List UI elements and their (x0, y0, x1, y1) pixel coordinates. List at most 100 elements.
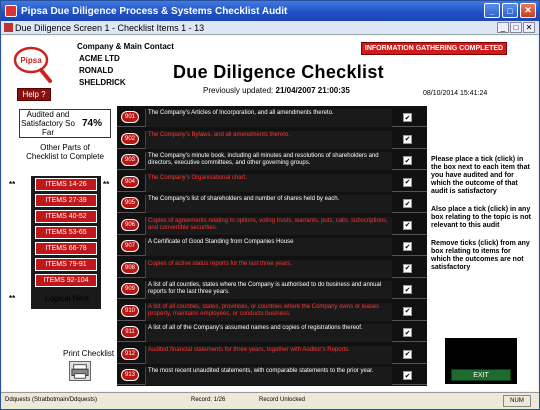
item-number-button[interactable]: 913 (121, 369, 139, 381)
item-number-button[interactable]: 906 (121, 218, 139, 231)
item-number-button[interactable]: 908 (121, 261, 139, 274)
item-text: A list of all counties, states where the… (145, 281, 392, 299)
current-datetime: 08/10/2014 15:41:24 (423, 90, 488, 97)
status-lock: Record Unlocked (259, 397, 306, 403)
sub-minimize-button[interactable]: _ (497, 22, 509, 33)
checklist-row: 903 The Company's minute book, including … (117, 151, 427, 170)
item-text: The Company's Articles of Incorporation,… (145, 109, 392, 127)
item-number-button[interactable]: 901 (121, 111, 139, 123)
part-button-66-78[interactable]: ITEMS 66-78 (35, 242, 97, 255)
part-button-79-91[interactable]: ITEMS 79-91 (35, 258, 97, 271)
maximize-button[interactable]: □ (502, 3, 518, 18)
star-marker: ** (9, 180, 16, 189)
updated-label: Previously updated: (203, 86, 274, 95)
item-text: A list of all counties, states, province… (145, 302, 392, 321)
company-label: Company & Main Contact (77, 42, 174, 51)
previously-updated: Previously updated: 21/04/2007 21:00:35 (203, 86, 350, 95)
checklist-row: 907 A Certificate of Good Standing from C… (117, 237, 427, 256)
window-title: Pipsa Due Diligence Process & Systems Ch… (21, 5, 288, 17)
item-text: The Company's list of shareholders and n… (145, 195, 392, 213)
item-checkbox[interactable]: ✔ (403, 177, 412, 187)
contact-last-name: SHELDRICK (79, 78, 126, 87)
item-checkbox[interactable]: ✔ (403, 113, 412, 122)
audit-summary: Audited and Satisfactory So Far 74% (19, 109, 111, 138)
main-window: Pipsa Due Diligence Process & Systems Ch… (0, 0, 540, 410)
instruction-not-relevant: Also place a tick (click) in any box rel… (431, 206, 531, 229)
subwindow-controls: _ □ ✕ (497, 22, 535, 33)
item-number-button[interactable]: 907 (121, 240, 139, 252)
item-number-button[interactable]: 910 (121, 304, 139, 317)
subwindow-titlebar: Due Diligence Screen 1 - Checklist Items… (1, 21, 539, 35)
part-button-92-104[interactable]: ITEMS 92-104 (35, 274, 97, 287)
part-button-14-26[interactable]: ITEMS 14-26 (35, 178, 97, 191)
print-checklist-label: Print Checklist (63, 349, 115, 358)
status-record: Record: 1/26 (191, 397, 226, 403)
checklist-row: 911 A list of all of the Company's assume… (117, 323, 427, 342)
company-name: ACME LTD (79, 54, 120, 63)
status-banner: INFORMATION GATHERING COMPLETED (361, 42, 507, 55)
window-controls: _ □ ✕ (484, 3, 536, 18)
svg-text:Pipsa: Pipsa (20, 56, 42, 65)
checklist-row: 901 The Company's Articles of Incorporati… (117, 108, 427, 127)
part-button-27-39[interactable]: ITEMS 27-39 (35, 194, 97, 207)
minimize-button[interactable]: _ (484, 3, 500, 18)
item-text: Audited financial statements for three y… (145, 345, 392, 364)
instruction-tick: Please place a tick (click) in the box n… (431, 156, 530, 195)
subwindow-title: Due Diligence Screen 1 - Checklist Items… (15, 22, 205, 33)
item-checkbox[interactable]: ✔ (403, 306, 412, 316)
window-titlebar: Pipsa Due Diligence Process & Systems Ch… (1, 1, 539, 21)
parts-panel: ITEMS 14-26 ITEMS 27-39 ITEMS 40-52 ITEM… (31, 176, 101, 309)
checklist-row: 904 The Company's Organisational chart. ✔ (117, 173, 427, 192)
item-checkbox[interactable]: ✔ (403, 220, 412, 230)
item-text: The Company's minute book, including all… (145, 152, 392, 170)
status-bar: Ddquests (Stratbotmain/Ddquests) Record:… (1, 392, 539, 409)
pipsa-logo: Pipsa (13, 46, 52, 83)
item-text: A Certificate of Good Standing from Comp… (145, 238, 392, 256)
item-number-button[interactable]: 909 (121, 283, 139, 295)
star-marker: ** (103, 180, 110, 189)
item-text: A list of all of the Company's assumed n… (145, 324, 392, 342)
exit-button[interactable]: EXIT (451, 369, 511, 381)
sub-close-button[interactable]: ✕ (523, 22, 535, 33)
item-checkbox[interactable]: ✔ (403, 349, 412, 359)
item-checkbox[interactable]: ✔ (403, 156, 412, 165)
checklist-row: 909 A list of all counties, states where … (117, 280, 427, 299)
checklist-row: 910 A list of all counties, states, provi… (117, 302, 427, 321)
item-text: The most recent unaudited statements, wi… (145, 367, 392, 385)
item-text: The Company's Organisational chart. (145, 173, 392, 192)
item-checkbox[interactable]: ✔ (403, 199, 412, 208)
part-button-53-65[interactable]: ITEMS 53-65 (35, 226, 97, 239)
checklist-form: Pipsa Company & Main Contact ACME LTD RO… (3, 36, 537, 391)
item-checkbox[interactable]: ✔ (403, 242, 412, 251)
checklist-row: 908 Copies of active status reports for t… (117, 259, 427, 278)
item-number-button[interactable]: 902 (121, 132, 139, 145)
star-marker: ** (9, 294, 16, 303)
sub-maximize-button[interactable]: □ (510, 22, 522, 33)
item-number-button[interactable]: 911 (121, 326, 139, 338)
close-button[interactable]: ✕ (520, 3, 536, 18)
item-number-button[interactable]: 912 (121, 347, 139, 360)
item-text: The Company's Bylaws, and all amendments… (145, 130, 392, 149)
item-checkbox[interactable]: ✔ (403, 371, 412, 380)
item-checkbox[interactable]: ✔ (403, 263, 412, 273)
item-number-button[interactable]: 904 (121, 175, 139, 188)
item-checkbox[interactable]: ✔ (403, 285, 412, 294)
item-text: Copies of agreements relating to options… (145, 216, 392, 235)
num-lock-indicator: NUM (503, 395, 531, 407)
contact-first-name: RONALD (79, 66, 114, 75)
status-path: Ddquests (Stratbotmain/Ddquests) (5, 397, 98, 403)
checklist-row: 902 The Company's Bylaws, and all amendme… (117, 130, 427, 149)
checklist-row: 913 The most recent unaudited statements,… (117, 366, 427, 385)
item-checkbox[interactable]: ✔ (403, 328, 412, 337)
logical-next-label: Logical Next (45, 294, 90, 303)
item-number-button[interactable]: 905 (121, 197, 139, 209)
other-parts-heading: Other Parts of Checklist to Complete (26, 143, 104, 161)
instructions: Please place a tick (click) in the box n… (431, 156, 531, 282)
audit-label: Audited and Satisfactory So Far (21, 110, 75, 137)
printer-icon[interactable] (69, 361, 91, 381)
item-checkbox[interactable]: ✔ (403, 134, 412, 144)
page-title: Due Diligence Checklist (173, 62, 384, 82)
item-number-button[interactable]: 903 (121, 154, 139, 166)
help-button[interactable]: Help ? (17, 88, 51, 101)
part-button-40-52[interactable]: ITEMS 40-52 (35, 210, 97, 223)
